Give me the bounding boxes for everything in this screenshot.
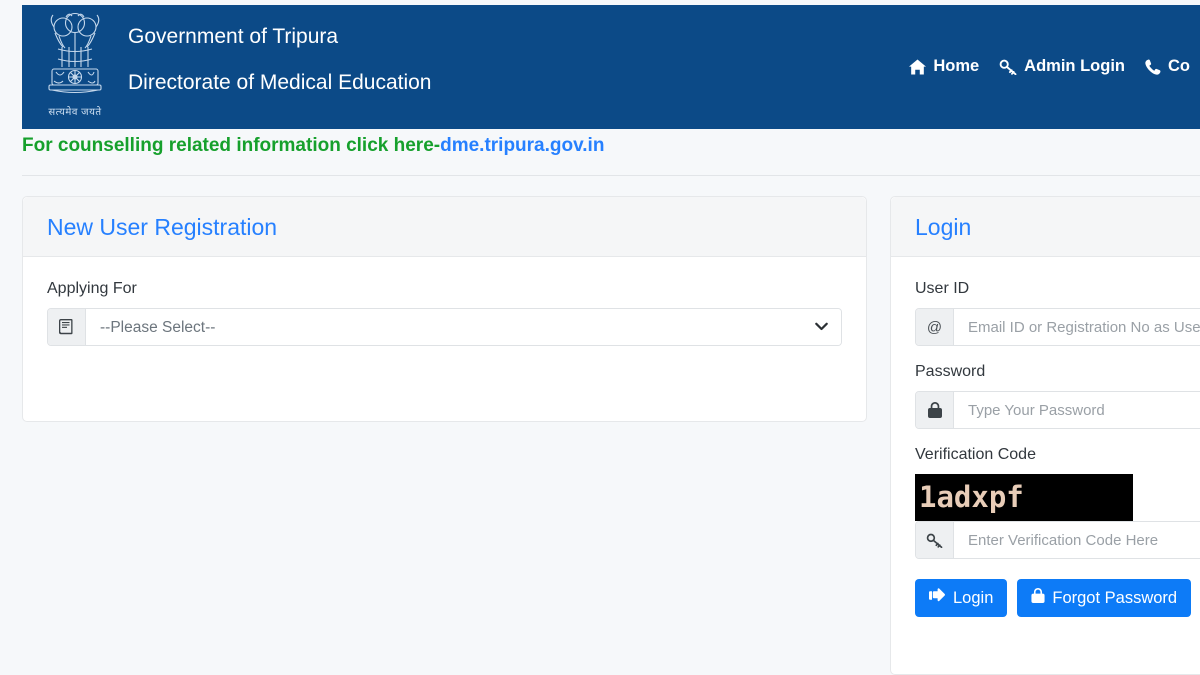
login-card-body: User ID @ Password Verification Code 1ad…: [891, 257, 1200, 641]
notice-link[interactable]: dme.tripura.gov.in: [440, 135, 604, 156]
login-button-label: Login: [953, 589, 994, 607]
nav-item-contact[interactable]: Co: [1135, 57, 1200, 76]
password-input[interactable]: [954, 392, 1200, 428]
forgot-password-label: Forgot Password: [1052, 589, 1178, 607]
emblem-block: सत्यमेव जयते: [22, 5, 128, 118]
sign-in-icon: [929, 588, 946, 608]
registration-card-body: Applying For --Please Select--: [23, 257, 866, 370]
applying-for-label: Applying For: [47, 280, 137, 297]
counselling-notice: For counselling related information clic…: [22, 135, 1200, 157]
lock-icon: [916, 392, 954, 428]
login-card-header: Login: [891, 197, 1200, 257]
new-user-registration-card: New User Registration Applying For --Ple…: [22, 196, 867, 422]
org-name: Government of Tripura: [128, 25, 339, 48]
at-icon: @: [916, 309, 954, 345]
applying-for-select-wrapper[interactable]: --Please Select--: [86, 309, 841, 345]
nav-label-admin-login: Admin Login: [1024, 57, 1125, 75]
verification-code-input[interactable]: [954, 522, 1200, 558]
key-icon: [916, 522, 954, 558]
book-icon: [48, 309, 86, 345]
user-id-label: User ID: [915, 280, 970, 297]
verification-code-label: Verification Code: [915, 446, 1036, 463]
user-id-input[interactable]: [954, 309, 1200, 345]
nav-label-contact: Co: [1168, 57, 1190, 75]
registration-card-header: New User Registration: [23, 197, 866, 257]
ashoka-lion-capital-emblem-icon: [38, 11, 112, 103]
key-icon: [999, 59, 1017, 75]
nav-label-home: Home: [933, 57, 980, 75]
applying-for-input-group[interactable]: --Please Select--: [47, 308, 842, 346]
brand-text: Government of Tripura Directorate of Med…: [128, 5, 432, 97]
nav-item-home[interactable]: Home: [899, 57, 989, 76]
nav-item-admin-login[interactable]: Admin Login: [989, 57, 1135, 76]
emblem-motto: सत्यमेव जयते: [48, 107, 102, 118]
captcha-image: 1adxpf: [915, 474, 1133, 521]
home-icon: [909, 58, 927, 75]
main-nav: Home Admin Login Co: [899, 5, 1200, 76]
password-input-group[interactable]: [915, 391, 1200, 429]
verification-code-input-group[interactable]: [915, 521, 1200, 559]
user-id-input-group[interactable]: @: [915, 308, 1200, 346]
phone-icon: [1145, 59, 1161, 75]
applying-for-select[interactable]: --Please Select--: [86, 309, 841, 345]
header-divider: [22, 175, 1200, 176]
login-card: Login User ID @ Password Verification Co…: [890, 196, 1200, 675]
notice-text: For counselling related information clic…: [22, 135, 441, 156]
login-title: Login: [915, 214, 972, 240]
department-name: Directorate of Medical Education: [128, 71, 432, 94]
forgot-password-button[interactable]: Forgot Password: [1017, 579, 1192, 617]
lock-icon: [1031, 588, 1045, 608]
login-button[interactable]: Login: [915, 579, 1008, 617]
password-label: Password: [915, 363, 986, 380]
page-root: सत्यमेव जयते Government of Tripura Direc…: [0, 0, 1200, 675]
captcha-text: 1adxpf: [919, 480, 1024, 514]
login-button-row: Login Forgot Password: [915, 579, 1200, 617]
registration-title: New User Registration: [47, 214, 278, 240]
site-header: सत्यमेव जयते Government of Tripura Direc…: [22, 5, 1200, 129]
